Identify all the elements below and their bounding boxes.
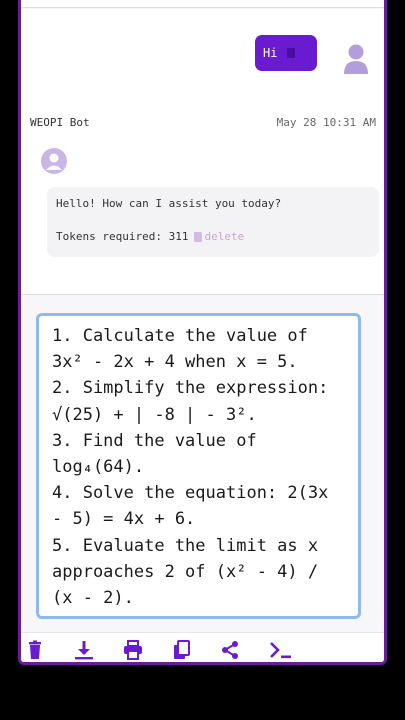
- tokens-required: Tokens required: 311: [56, 230, 189, 243]
- user-message-text: Hi: [263, 46, 278, 60]
- trash-icon: [194, 231, 203, 242]
- share-icon[interactable]: [219, 639, 241, 661]
- bot-message-text: Hello! How can I assist you today?: [56, 197, 282, 210]
- header-strip: [21, 0, 384, 8]
- user-message-bubble: Hi: [255, 35, 317, 71]
- delete-label: delete: [204, 230, 245, 243]
- bot-message-bubble: Hello! How can I assist you today? Token…: [47, 187, 379, 257]
- message-timestamp: May 28 10:31 AM: [276, 116, 376, 129]
- user-avatar-icon: [344, 44, 368, 74]
- delete-link[interactable]: delete: [194, 230, 244, 243]
- trash-icon[interactable]: [24, 639, 46, 661]
- copy-icon[interactable]: [171, 639, 193, 661]
- chat-history: Hi WEOPI Bot May 28 10:31 AM Hello! How …: [21, 9, 384, 295]
- bot-avatar-icon: [41, 148, 67, 174]
- bottom-toolbar: [21, 632, 384, 662]
- print-icon[interactable]: [122, 639, 144, 661]
- trash-icon[interactable]: [287, 48, 296, 58]
- download-icon[interactable]: [73, 639, 95, 661]
- composer: 1. Calculate the value of 3x² - 2x + 4 w…: [21, 296, 384, 632]
- message-input[interactable]: 1. Calculate the value of 3x² - 2x + 4 w…: [36, 313, 361, 619]
- bot-name: WEOPI Bot: [30, 116, 90, 129]
- tokens-info: Tokens required: 311 delete: [56, 230, 370, 243]
- terminal-icon[interactable]: [268, 639, 294, 661]
- app-frame: Hi WEOPI Bot May 28 10:31 AM Hello! How …: [18, 0, 387, 665]
